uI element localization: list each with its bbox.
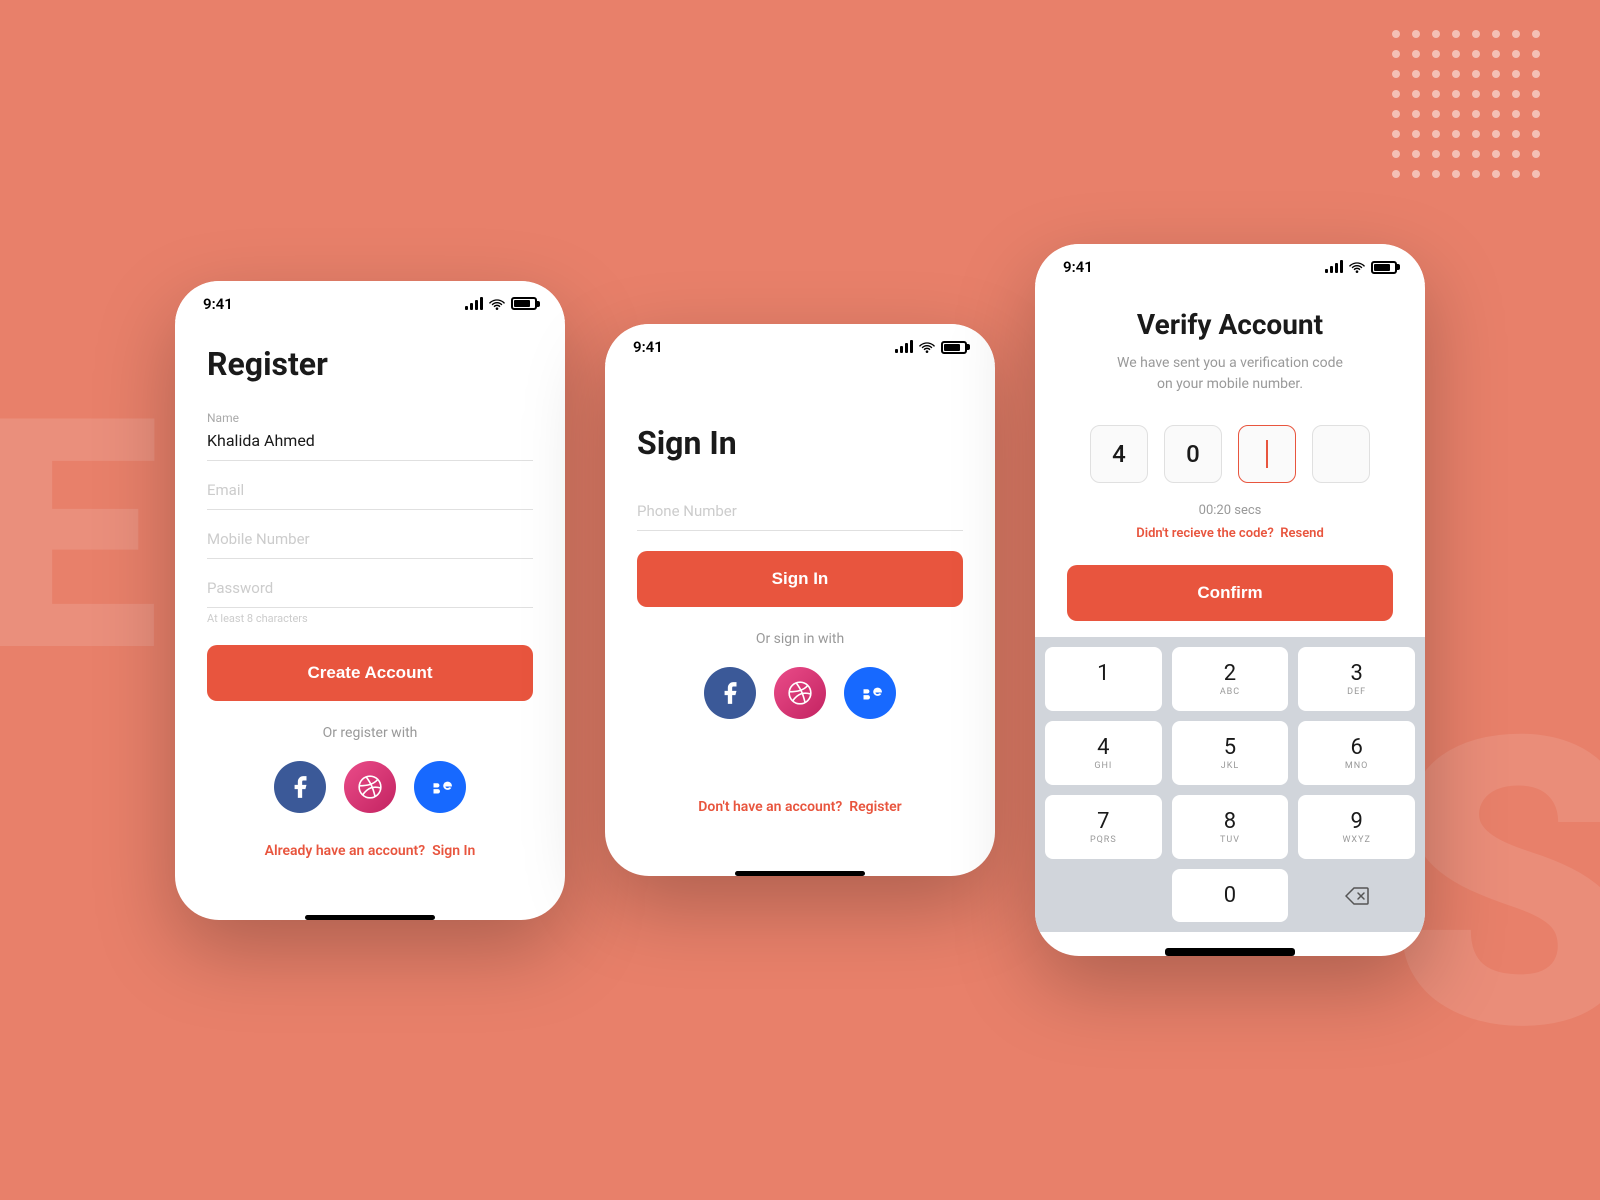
signin-social-icons	[637, 667, 963, 719]
numpad-6[interactable]: 6 MNO	[1298, 721, 1415, 785]
status-bar-verify: 9:41	[1035, 244, 1425, 284]
signin-or-text: Or sign in with	[637, 631, 963, 647]
numpad-empty	[1045, 869, 1162, 922]
status-icons-signin	[895, 341, 967, 354]
email-placeholder: Email	[207, 481, 533, 510]
otp-inputs: 4 0	[1067, 425, 1393, 483]
create-account-button[interactable]: Create Account	[207, 645, 533, 701]
phone-field[interactable]: Phone Number	[637, 502, 963, 531]
password-field[interactable]: Password At least 8 characters	[207, 579, 533, 625]
battery-icon-verify	[1371, 261, 1397, 274]
status-icons-register	[465, 297, 537, 310]
numpad-4[interactable]: 4 GHI	[1045, 721, 1162, 785]
dots-decoration	[1392, 30, 1540, 178]
email-field[interactable]: Email	[207, 481, 533, 510]
name-value[interactable]: Khalida Ahmed	[207, 431, 533, 461]
verify-title: Verify Account	[1067, 308, 1393, 341]
numpad-8[interactable]: 8 TUV	[1172, 795, 1289, 859]
otp-box-3[interactable]	[1238, 425, 1296, 483]
otp-cursor	[1266, 440, 1268, 468]
home-indicator-register	[305, 915, 435, 920]
home-indicator-verify	[1165, 948, 1295, 956]
numpad-1[interactable]: 1	[1045, 647, 1162, 711]
verify-subtitle: We have sent you a verification codeon y…	[1067, 353, 1393, 395]
phone-placeholder: Phone Number	[637, 502, 963, 531]
register-signin-link[interactable]: Sign In	[432, 843, 475, 859]
register-bottom-link: Already have an account? Sign In	[207, 843, 533, 859]
timer-text: 00:20 secs	[1067, 503, 1393, 518]
numpad-9[interactable]: 9 WXYZ	[1298, 795, 1415, 859]
resend-text: Didn't recieve the code? Resend	[1067, 526, 1393, 541]
wifi-icon-verify	[1349, 261, 1365, 273]
register-screen: 9:41 Register Name Khalida Ahmed	[175, 281, 565, 920]
time-signin: 9:41	[633, 338, 663, 356]
behance-register-button[interactable]	[414, 761, 466, 813]
backspace-icon	[1345, 887, 1369, 905]
battery-icon	[511, 297, 537, 310]
signin-register-link[interactable]: Register	[849, 799, 902, 815]
status-bar-register: 9:41	[175, 281, 565, 321]
wifi-icon	[489, 298, 505, 310]
confirm-button[interactable]: Confirm	[1067, 565, 1393, 621]
time-verify: 9:41	[1063, 258, 1093, 276]
numpad-2[interactable]: 2 ABC	[1172, 647, 1289, 711]
mobile-placeholder: Mobile Number	[207, 530, 533, 559]
name-label: Name	[207, 411, 533, 425]
name-field: Name Khalida Ahmed	[207, 411, 533, 461]
signin-bottom-link: Don't have an account? Register	[637, 799, 963, 815]
status-icons-verify	[1325, 261, 1397, 274]
screens-container: 9:41 Register Name Khalida Ahmed	[175, 244, 1425, 956]
dribbble-signin-button[interactable]	[774, 667, 826, 719]
otp-box-4[interactable]	[1312, 425, 1370, 483]
numpad-bottom-row: 0	[1045, 859, 1415, 932]
verify-screen: 9:41 Verify Account We have sent you a v…	[1035, 244, 1425, 956]
dribbble-register-button[interactable]	[344, 761, 396, 813]
facebook-register-button[interactable]	[274, 761, 326, 813]
signin-button[interactable]: Sign In	[637, 551, 963, 607]
bg-text-left: E	[0, 350, 139, 725]
numpad-3[interactable]: 3 DEF	[1298, 647, 1415, 711]
signal-icon-verify	[1325, 261, 1343, 273]
status-bar-signin: 9:41	[605, 324, 995, 364]
password-placeholder: Password	[207, 579, 533, 608]
register-social-icons	[207, 761, 533, 813]
home-indicator-signin	[735, 871, 865, 876]
facebook-signin-button[interactable]	[704, 667, 756, 719]
signin-screen: 9:41 Sign In Phone Number Sign In Or sig…	[605, 324, 995, 876]
otp-box-2[interactable]: 0	[1164, 425, 1222, 483]
mobile-field[interactable]: Mobile Number	[207, 530, 533, 559]
register-title: Register	[207, 345, 533, 383]
wifi-icon-signin	[919, 341, 935, 353]
password-hint: At least 8 characters	[207, 612, 533, 625]
otp-box-1[interactable]: 4	[1090, 425, 1148, 483]
numpad-5[interactable]: 5 JKL	[1172, 721, 1289, 785]
numpad-7[interactable]: 7 PQRS	[1045, 795, 1162, 859]
signin-title: Sign In	[637, 424, 963, 462]
time-register: 9:41	[203, 295, 233, 313]
numpad-0[interactable]: 0	[1172, 869, 1289, 922]
resend-link[interactable]: Resend	[1280, 526, 1324, 541]
battery-icon-signin	[941, 341, 967, 354]
register-or-text: Or register with	[207, 725, 533, 741]
numpad-backspace[interactable]	[1298, 869, 1415, 922]
signal-icon-signin	[895, 341, 913, 353]
signal-icon	[465, 298, 483, 310]
behance-signin-button[interactable]	[844, 667, 896, 719]
numpad: 1 2 ABC 3 DEF 4 GHI 5 JKL	[1045, 647, 1415, 859]
